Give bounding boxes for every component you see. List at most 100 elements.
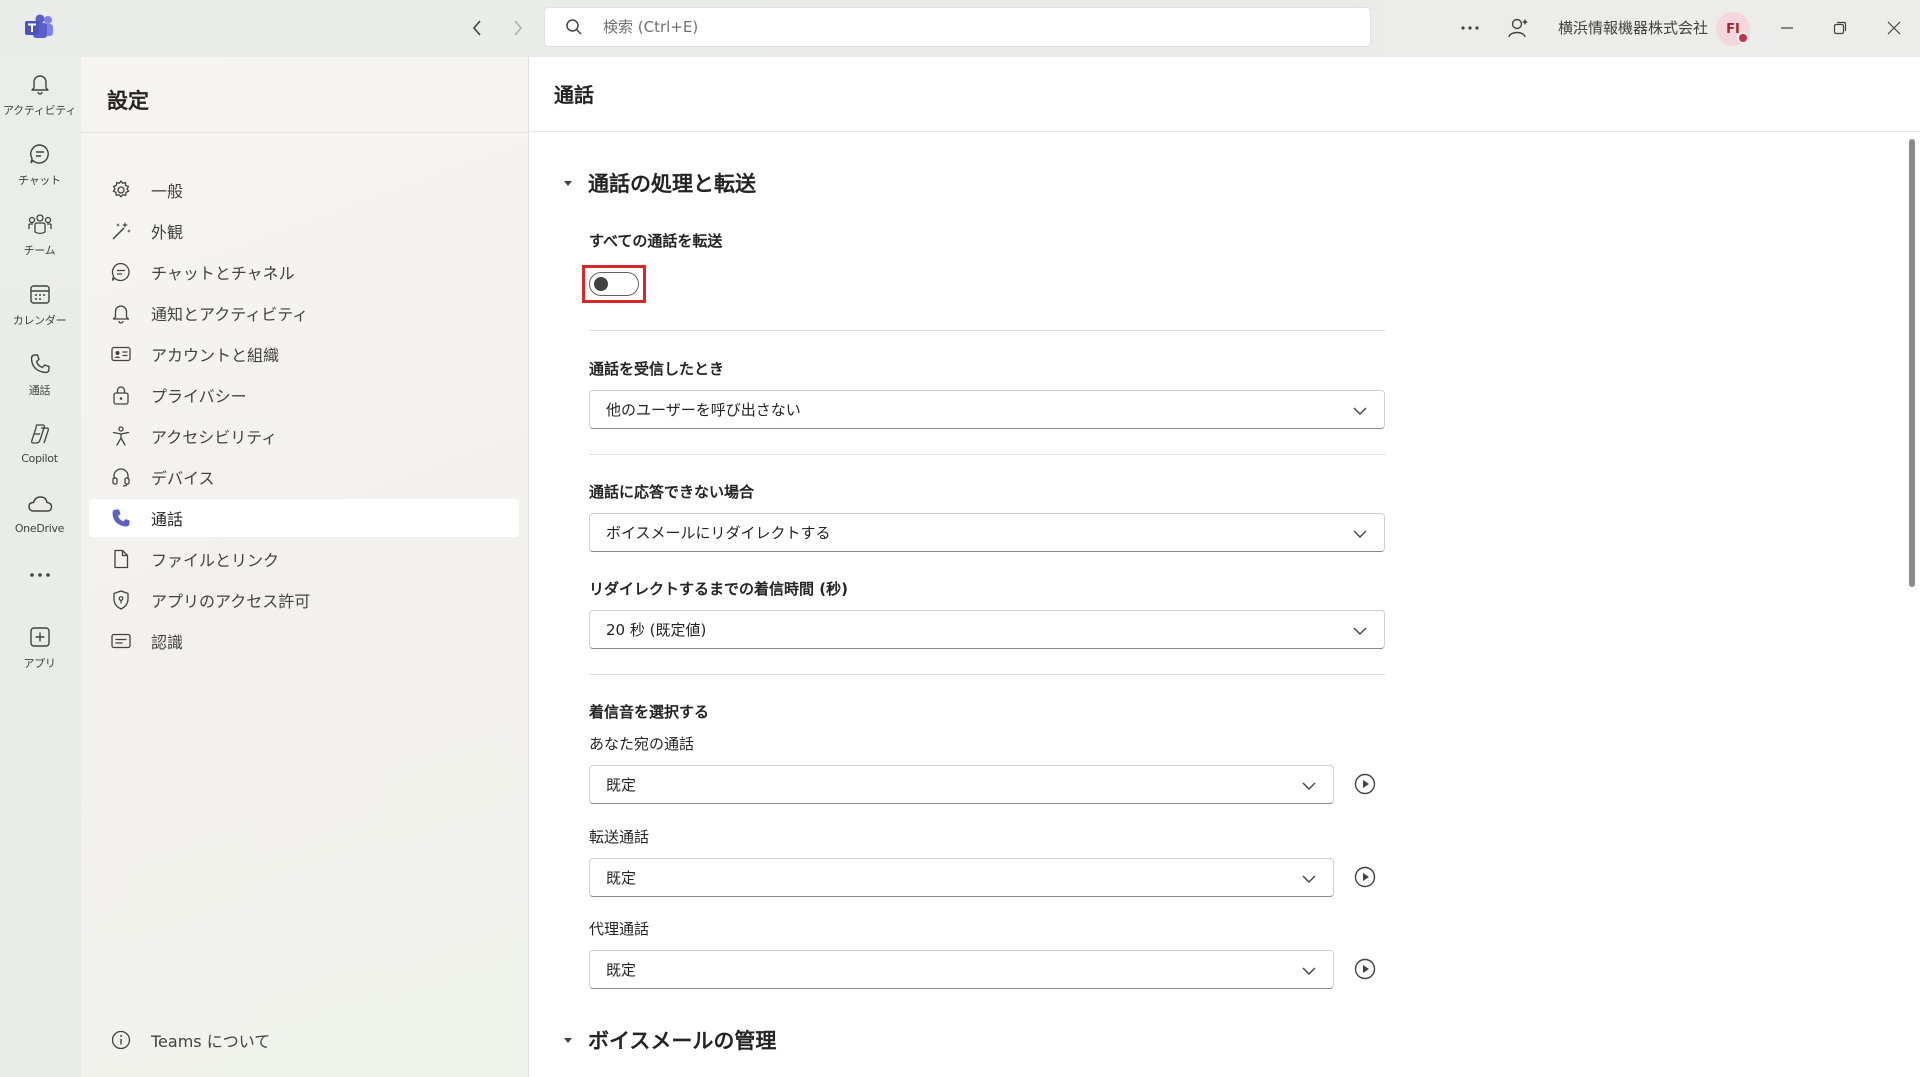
select-value: 既定 [606,961,637,979]
search-box[interactable] [544,7,1371,47]
ringtone-forwarded-select[interactable]: 既定 [589,858,1334,897]
title-bar: 横浜情報機器株式会社 FI [0,0,1920,57]
settings-title: 設定 [107,89,149,113]
close-button[interactable] [1879,14,1909,42]
section-voicemail-header[interactable]: ボイスメールの管理 [562,1025,776,1055]
section-title: ボイスメールの管理 [588,1029,777,1053]
ringtone-label: 着信音を選択する [589,703,710,721]
info-icon [109,1028,133,1052]
forward-button[interactable] [507,16,529,40]
chevron-down-icon [1353,627,1367,635]
ringtone-delegate-play-button[interactable] [1352,956,1378,982]
rail-label: アプリ [23,657,56,670]
settings-item-app-permissions[interactable]: アプリのアクセス許可 [89,581,519,619]
settings-item-captions[interactable]: 認識 [89,622,519,660]
gear-icon [109,178,133,202]
settings-pane: 設定 一般 外観 チャットとチャネル 通知とアクティビティ アカウントと組織 プ… [81,57,529,1077]
rail-label: Copilot [21,452,58,465]
rail-label: カレンダー [12,314,67,327]
chevron-down-icon [1353,407,1367,415]
rail-item-copilot[interactable]: Copilot [0,414,79,480]
file-icon [109,547,133,571]
restore-button[interactable] [1825,14,1855,42]
settings-item-general[interactable]: 一般 [89,171,519,209]
phone-icon [26,350,54,378]
settings-item-label: デバイス [151,469,215,488]
settings-item-chat-channels[interactable]: チャットとチャネル [89,253,519,291]
copilot-icon [26,420,54,448]
rail-item-chat[interactable]: チャット [0,134,79,200]
organization-name[interactable]: 横浜情報機器株式会社 [1558,17,1708,38]
divider [589,454,1385,455]
minimize-icon [1781,27,1793,29]
toggle-knob [594,277,608,291]
settings-item-label: 外観 [151,223,184,242]
ringtone-delegate-label: 代理通話 [589,920,650,938]
rail-item-calendar[interactable]: カレンダー [0,274,79,340]
settings-item-accounts[interactable]: アカウントと組織 [89,335,519,373]
section-call-handling-header[interactable]: 通話の処理と転送 [562,168,756,198]
bell-icon [109,301,133,325]
settings-item-notifications[interactable]: 通知とアクティビティ [89,294,519,332]
select-value: 他のユーザーを呼び出さない [606,401,801,419]
minimize-button[interactable] [1772,14,1802,42]
play-icon [1354,773,1376,795]
chevron-down-icon [1302,782,1316,790]
settings-item-accessibility[interactable]: アクセシビリティ [89,417,519,455]
ring-time-label: リダイレクトするまでの着信時間 (秒) [589,580,848,598]
select-value: ボイスメールにリダイレクトする [606,524,831,542]
scrollbar[interactable] [1909,139,1915,587]
unanswered-label: 通話に応答できない場合 [589,483,755,501]
ringtone-delegate-select[interactable]: 既定 [589,950,1334,989]
more-icon [26,561,54,589]
page-title: 通話 [554,83,594,107]
chevron-down-icon [1302,875,1316,883]
teams-icon [26,210,54,238]
rail-item-activity[interactable]: アクティビティ [0,64,79,130]
chevron-down-icon [1353,530,1367,538]
rail-item-apps[interactable]: アプリ [0,617,79,683]
rail-item-teams[interactable]: チーム [0,204,79,270]
more-options-button[interactable] [1456,14,1484,42]
rail-item-more-apps[interactable] [0,555,79,621]
rail-label: チーム [23,244,56,257]
settings-item-privacy[interactable]: プライバシー [89,376,519,414]
search-icon [566,19,582,35]
divider [81,132,529,133]
settings-item-label: チャットとチャネル [151,264,295,283]
rail-item-calls[interactable]: 通話 [0,344,79,410]
app-rail: アクティビティ チャット チーム カレンダー 通話 Copilot OneDri… [0,57,81,1077]
divider [589,674,1385,675]
settings-item-label: 通知とアクティビティ [151,305,309,324]
ringtone-forwarded-label: 転送通話 [589,828,650,846]
forward-all-toggle[interactable] [589,272,639,296]
search-input[interactable] [603,18,1303,36]
accessibility-icon [109,424,133,448]
chevron-down-icon [1302,967,1316,975]
on-receive-select[interactable]: 他のユーザーを呼び出さない [589,390,1385,429]
settings-item-files[interactable]: ファイルとリンク [89,540,519,578]
chevron-left-icon [472,20,481,36]
on-receive-label: 通話を受信したとき [589,360,725,378]
ringtone-personal-select[interactable]: 既定 [589,765,1334,804]
rail-item-onedrive[interactable]: OneDrive [0,484,79,550]
settings-item-calls[interactable]: 通話 [89,499,519,537]
ringtone-forwarded-play-button[interactable] [1352,864,1378,890]
settings-item-appearance[interactable]: 外観 [89,212,519,250]
settings-item-label: 通話 [151,510,184,529]
back-button[interactable] [466,16,488,40]
close-icon [1887,21,1901,35]
copilot-people-button[interactable] [1504,14,1532,42]
ring-time-select[interactable]: 20 秒 (既定値) [589,610,1385,649]
section-title: 通話の処理と転送 [588,172,756,196]
more-icon [1461,26,1479,30]
shield-icon [109,588,133,612]
unanswered-select[interactable]: ボイスメールにリダイレクトする [589,513,1385,552]
ringtone-personal-play-button[interactable] [1352,771,1378,797]
presence-busy-icon [1737,32,1749,44]
main-content: 通話 通話の処理と転送 すべての通話を転送 通話を受信したとき 他のユーザーを呼… [529,57,1920,1077]
forward-all-label: すべての通話を転送 [589,232,723,250]
about-teams-link[interactable]: Teams について [89,1021,519,1059]
rail-label: アクティビティ [2,104,77,117]
settings-item-devices[interactable]: デバイス [89,458,519,496]
